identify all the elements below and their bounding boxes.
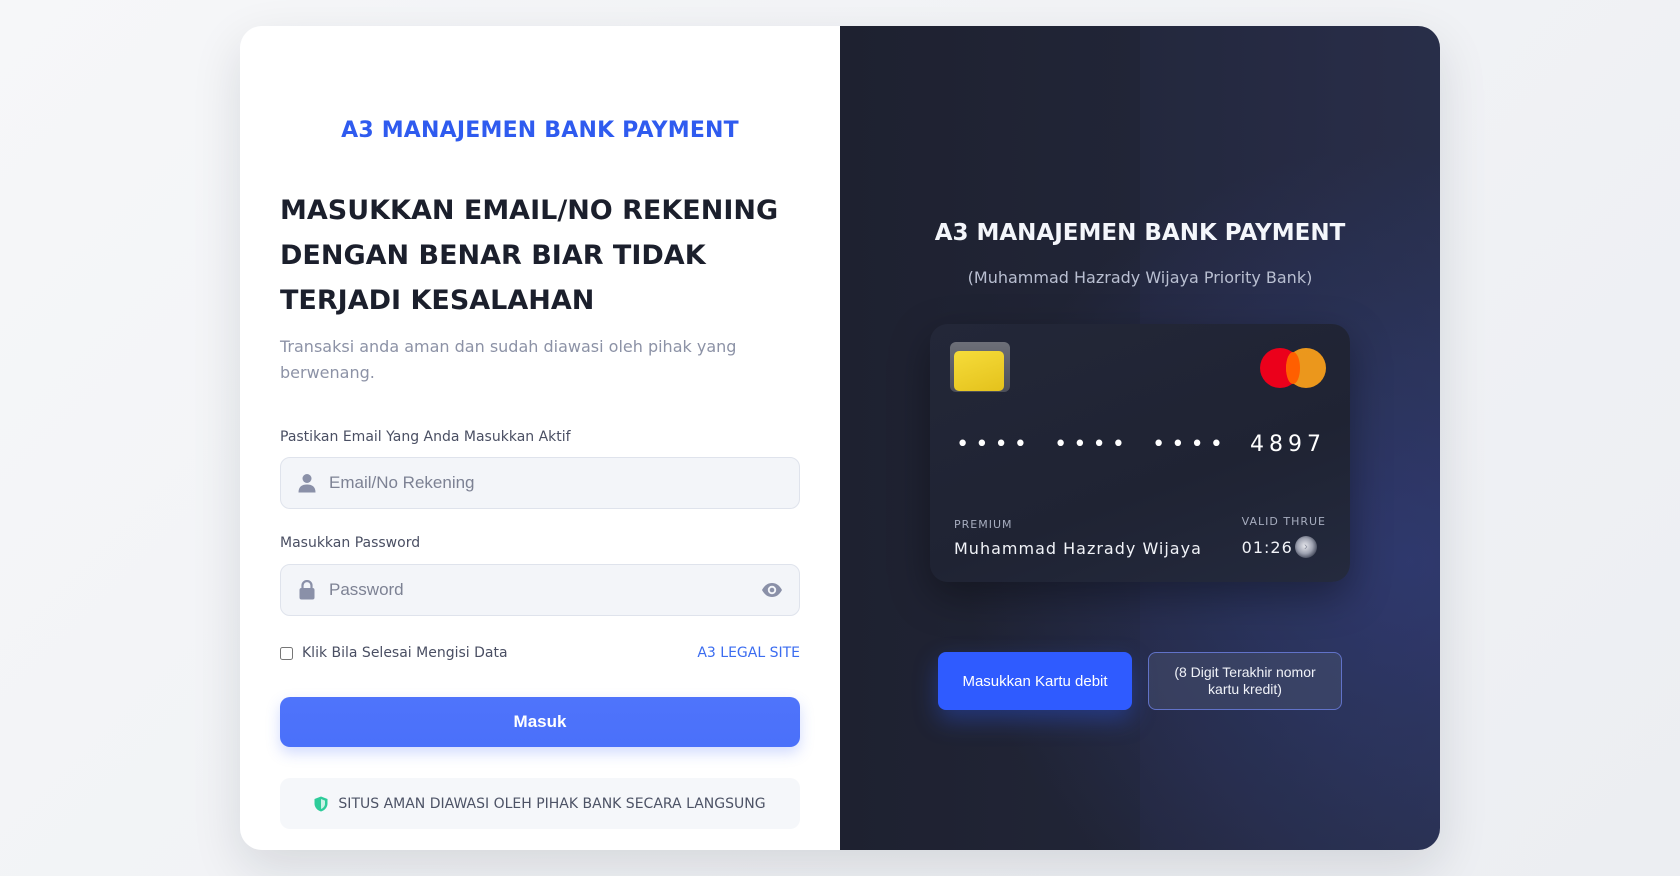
secure-notice-text: SITUS AMAN DIAWASI OLEH PIHAK BANK SECAR… <box>338 795 766 812</box>
brand-title: A3 MANAJEMEN BANK PAYMENT <box>341 118 739 143</box>
done-checkbox[interactable] <box>280 646 293 660</box>
card-valid-block: VALID THRUE 01:26 › <box>1242 515 1326 558</box>
card-number-group: •••• <box>956 432 1033 457</box>
legal-site-link[interactable]: A3 LEGAL SITE <box>697 645 800 661</box>
lock-icon <box>295 578 319 602</box>
card-chip-icon <box>950 342 1010 392</box>
email-input[interactable] <box>329 458 799 508</box>
shield-check-icon <box>314 796 328 812</box>
card-valid-label: VALID THRUE <box>1241 515 1326 528</box>
card-tier-label: PREMIUM <box>954 518 1013 531</box>
password-field-wrapper <box>280 564 800 616</box>
card-panel: A3 MANAJEMEN BANK PAYMENT (Muhammad Hazr… <box>840 26 1440 850</box>
card-valid-value: 01:26 <box>1241 537 1293 557</box>
card-panel-title: A3 MANAJEMEN BANK PAYMENT <box>934 220 1346 246</box>
options-row: Klik Bila Selesai Mengisi Data A3 LEGAL … <box>280 645 800 661</box>
secure-notice: SITUS AMAN DIAWASI OLEH PIHAK BANK SECAR… <box>280 778 800 829</box>
email-field-wrapper <box>280 457 800 509</box>
done-checkbox-row[interactable]: Klik Bila Selesai Mengisi Data <box>280 645 508 661</box>
page-subtitle: Transaksi anda aman dan sudah diawasi ol… <box>280 337 737 382</box>
card-number-group: •••• <box>1054 432 1131 457</box>
card-number: •••• •••• •••• 4897 <box>956 432 1326 457</box>
login-panel: A3 MANAJEMEN BANK PAYMENT MASUKKAN EMAIL… <box>240 26 840 850</box>
page-headline: MASUKKAN EMAIL/NO REKENING DENGAN BENAR … <box>280 195 779 316</box>
card-last-digits: 4897 <box>1250 432 1326 457</box>
email-label: Pastikan Email Yang Anda Masukkan Aktif <box>280 429 571 445</box>
login-container: A3 MANAJEMEN BANK PAYMENT MASUKKAN EMAIL… <box>240 26 1440 850</box>
credit-card: •••• •••• •••• 4897 PREMIUM Muhammad Haz… <box>930 324 1350 582</box>
user-icon <box>295 471 319 495</box>
login-button[interactable]: Masuk <box>280 697 800 747</box>
credit-card-button[interactable]: (8 Digit Terakhir nomor kartu kredit) <box>1148 652 1342 710</box>
card-holder-name: Muhammad Hazrady Wijaya <box>954 539 1202 558</box>
debit-card-button[interactable]: Masukkan Kartu debit <box>938 652 1132 710</box>
card-number-group: •••• <box>1152 432 1229 457</box>
done-checkbox-label: Klik Bila Selesai Mengisi Data <box>302 645 508 661</box>
password-input[interactable] <box>329 565 757 615</box>
mastercard-logo-icon <box>1260 348 1326 388</box>
card-holder-block: PREMIUM Muhammad Hazrady Wijaya <box>954 518 1202 558</box>
cursor-ball-icon: › <box>1294 536 1317 558</box>
eye-icon[interactable] <box>757 575 787 605</box>
password-label: Masukkan Password <box>280 535 421 551</box>
card-panel-subtitle: (Muhammad Hazrady Wijaya Priority Bank) <box>967 268 1313 287</box>
card-footer: PREMIUM Muhammad Hazrady Wijaya VALID TH… <box>954 515 1326 558</box>
card-valid-row: 01:26 › <box>1242 536 1326 558</box>
